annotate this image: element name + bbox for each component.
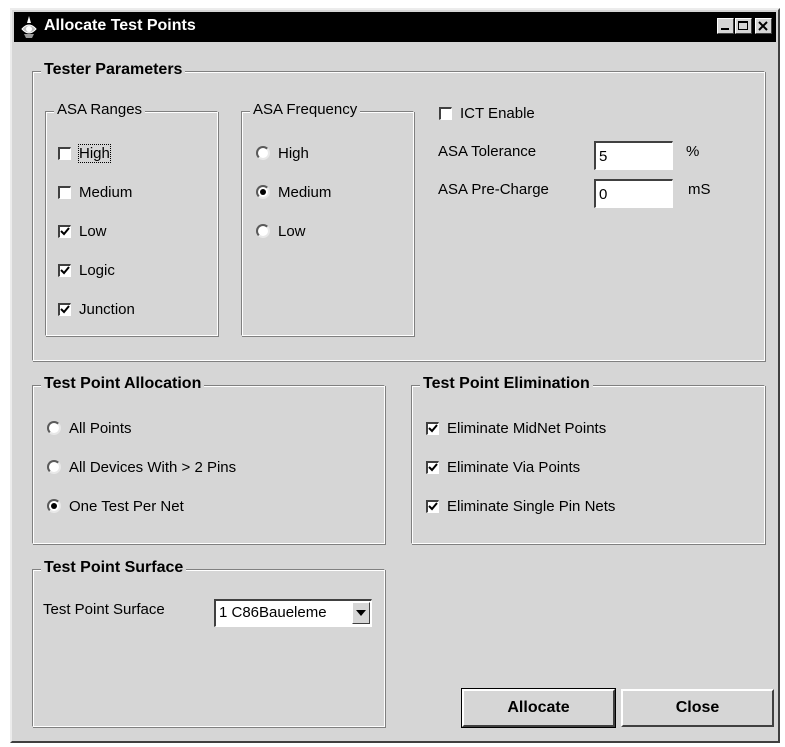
allocation-all-points-radio[interactable]: All Points: [47, 418, 132, 438]
checkbox-box[interactable]: [58, 146, 71, 160]
asa-ranges-legend: ASA Ranges: [54, 101, 146, 118]
test-point-allocation-legend: Test Point Allocation: [41, 375, 205, 393]
ict-enable-checkbox[interactable]: ICT Enable: [439, 103, 535, 123]
close-icon: [758, 21, 768, 31]
allocation-one-per-net-radio[interactable]: One Test Per Net: [47, 496, 184, 516]
checkbox-label: High: [78, 143, 111, 163]
checkbox-label: Eliminate Single Pin Nets: [447, 497, 616, 515]
radio-label: Low: [278, 222, 306, 240]
asa-frequency-medium-radio[interactable]: Medium: [256, 182, 331, 202]
asa-ranges-group: ASA Ranges High Medium Low Logic Junctio…: [45, 101, 218, 336]
maximize-icon: [738, 21, 748, 30]
check-icon: [60, 265, 70, 274]
radio-label: All Devices With > 2 Pins: [69, 458, 237, 476]
dropdown-button[interactable]: [352, 602, 370, 624]
minimize-icon: [721, 28, 729, 30]
allocate-button[interactable]: Allocate: [461, 688, 616, 728]
asa-tolerance-input[interactable]: [594, 141, 673, 170]
asa-precharge-input[interactable]: [594, 179, 673, 208]
checkbox-box[interactable]: [439, 106, 452, 120]
check-icon: [428, 462, 438, 471]
eliminate-midnet-checkbox[interactable]: Eliminate MidNet Points: [426, 418, 606, 438]
checkbox-label: Low: [79, 222, 107, 240]
radio-circle[interactable]: [47, 499, 61, 513]
checkbox-label: Medium: [79, 183, 133, 201]
radio-label: All Points: [69, 419, 132, 437]
test-point-surface-select[interactable]: 1 C86Baueleme: [214, 599, 372, 627]
test-point-surface-legend: Test Point Surface: [41, 559, 187, 577]
asa-tolerance-label: ASA Tolerance: [438, 143, 537, 160]
asa-tolerance-unit: %: [686, 143, 700, 160]
asa-precharge-unit: mS: [688, 181, 711, 198]
asa-frequency-group: ASA Frequency High Medium Low: [241, 101, 414, 336]
test-point-surface-label: Test Point Surface: [43, 601, 165, 618]
checkbox-box[interactable]: [426, 460, 439, 474]
radio-circle[interactable]: [256, 224, 270, 238]
checkbox-label: ICT Enable: [460, 104, 535, 122]
checkbox-box[interactable]: [426, 499, 439, 513]
chevron-down-icon: [356, 610, 366, 616]
test-point-elimination-legend: Test Point Elimination: [420, 375, 593, 393]
test-point-surface-group: Test Point Surface Test Point Surface 1 …: [32, 559, 385, 727]
title-bar[interactable]: Allocate Test Points: [14, 12, 776, 42]
tester-parameters-legend: Tester Parameters: [41, 61, 186, 79]
checkbox-label: Logic: [79, 261, 115, 279]
asa-range-junction-checkbox[interactable]: Junction: [58, 299, 135, 319]
asa-range-medium-checkbox[interactable]: Medium: [58, 182, 132, 202]
allocation-devices-radio[interactable]: All Devices With > 2 Pins: [47, 457, 236, 477]
asa-range-high-checkbox[interactable]: High: [58, 143, 111, 163]
asa-range-logic-checkbox[interactable]: Logic: [58, 260, 115, 280]
asa-frequency-high-radio[interactable]: High: [256, 143, 309, 163]
radio-circle[interactable]: [256, 146, 270, 160]
check-icon: [60, 226, 70, 235]
checkbox-label: Junction: [79, 300, 135, 318]
radio-circle[interactable]: [47, 421, 61, 435]
maximize-button[interactable]: [735, 18, 752, 34]
asa-precharge-label: ASA Pre-Charge: [438, 181, 549, 198]
close-button[interactable]: Close: [621, 689, 774, 727]
radio-label: High: [278, 144, 309, 162]
asa-frequency-legend: ASA Frequency: [250, 101, 361, 118]
check-icon: [60, 304, 70, 313]
radio-dot: [51, 503, 57, 509]
radio-circle[interactable]: [47, 460, 61, 474]
eliminate-via-checkbox[interactable]: Eliminate Via Points: [426, 457, 580, 477]
dialog-window: Allocate Test Points Tester Parameters A…: [10, 8, 780, 743]
checkbox-box[interactable]: [58, 185, 71, 199]
checkbox-box[interactable]: [58, 302, 71, 316]
asa-frequency-low-radio[interactable]: Low: [256, 221, 306, 241]
radio-label: One Test Per Net: [69, 497, 184, 515]
minimize-button[interactable]: [717, 18, 734, 34]
checkbox-box[interactable]: [426, 421, 439, 435]
close-window-button[interactable]: [755, 18, 772, 34]
window-title: Allocate Test Points: [44, 17, 196, 34]
checkbox-label: Eliminate MidNet Points: [447, 419, 607, 437]
check-icon: [428, 423, 438, 432]
select-value: 1 C86Baueleme: [219, 604, 327, 621]
radio-label: Medium: [278, 183, 332, 201]
eliminate-single-pin-checkbox[interactable]: Eliminate Single Pin Nets: [426, 496, 615, 516]
checkbox-box[interactable]: [58, 263, 71, 277]
tester-parameters-group: Tester Parameters ASA Ranges High Medium…: [32, 61, 765, 361]
radio-dot: [260, 189, 266, 195]
checkbox-box[interactable]: [58, 224, 71, 238]
test-point-allocation-group: Test Point Allocation All Points All Dev…: [32, 375, 385, 544]
test-point-elimination-group: Test Point Elimination Eliminate MidNet …: [411, 375, 765, 544]
radio-circle[interactable]: [256, 185, 270, 199]
app-icon: [18, 15, 40, 39]
check-icon: [428, 501, 438, 510]
checkbox-label: Eliminate Via Points: [447, 458, 581, 476]
asa-range-low-checkbox[interactable]: Low: [58, 221, 107, 241]
